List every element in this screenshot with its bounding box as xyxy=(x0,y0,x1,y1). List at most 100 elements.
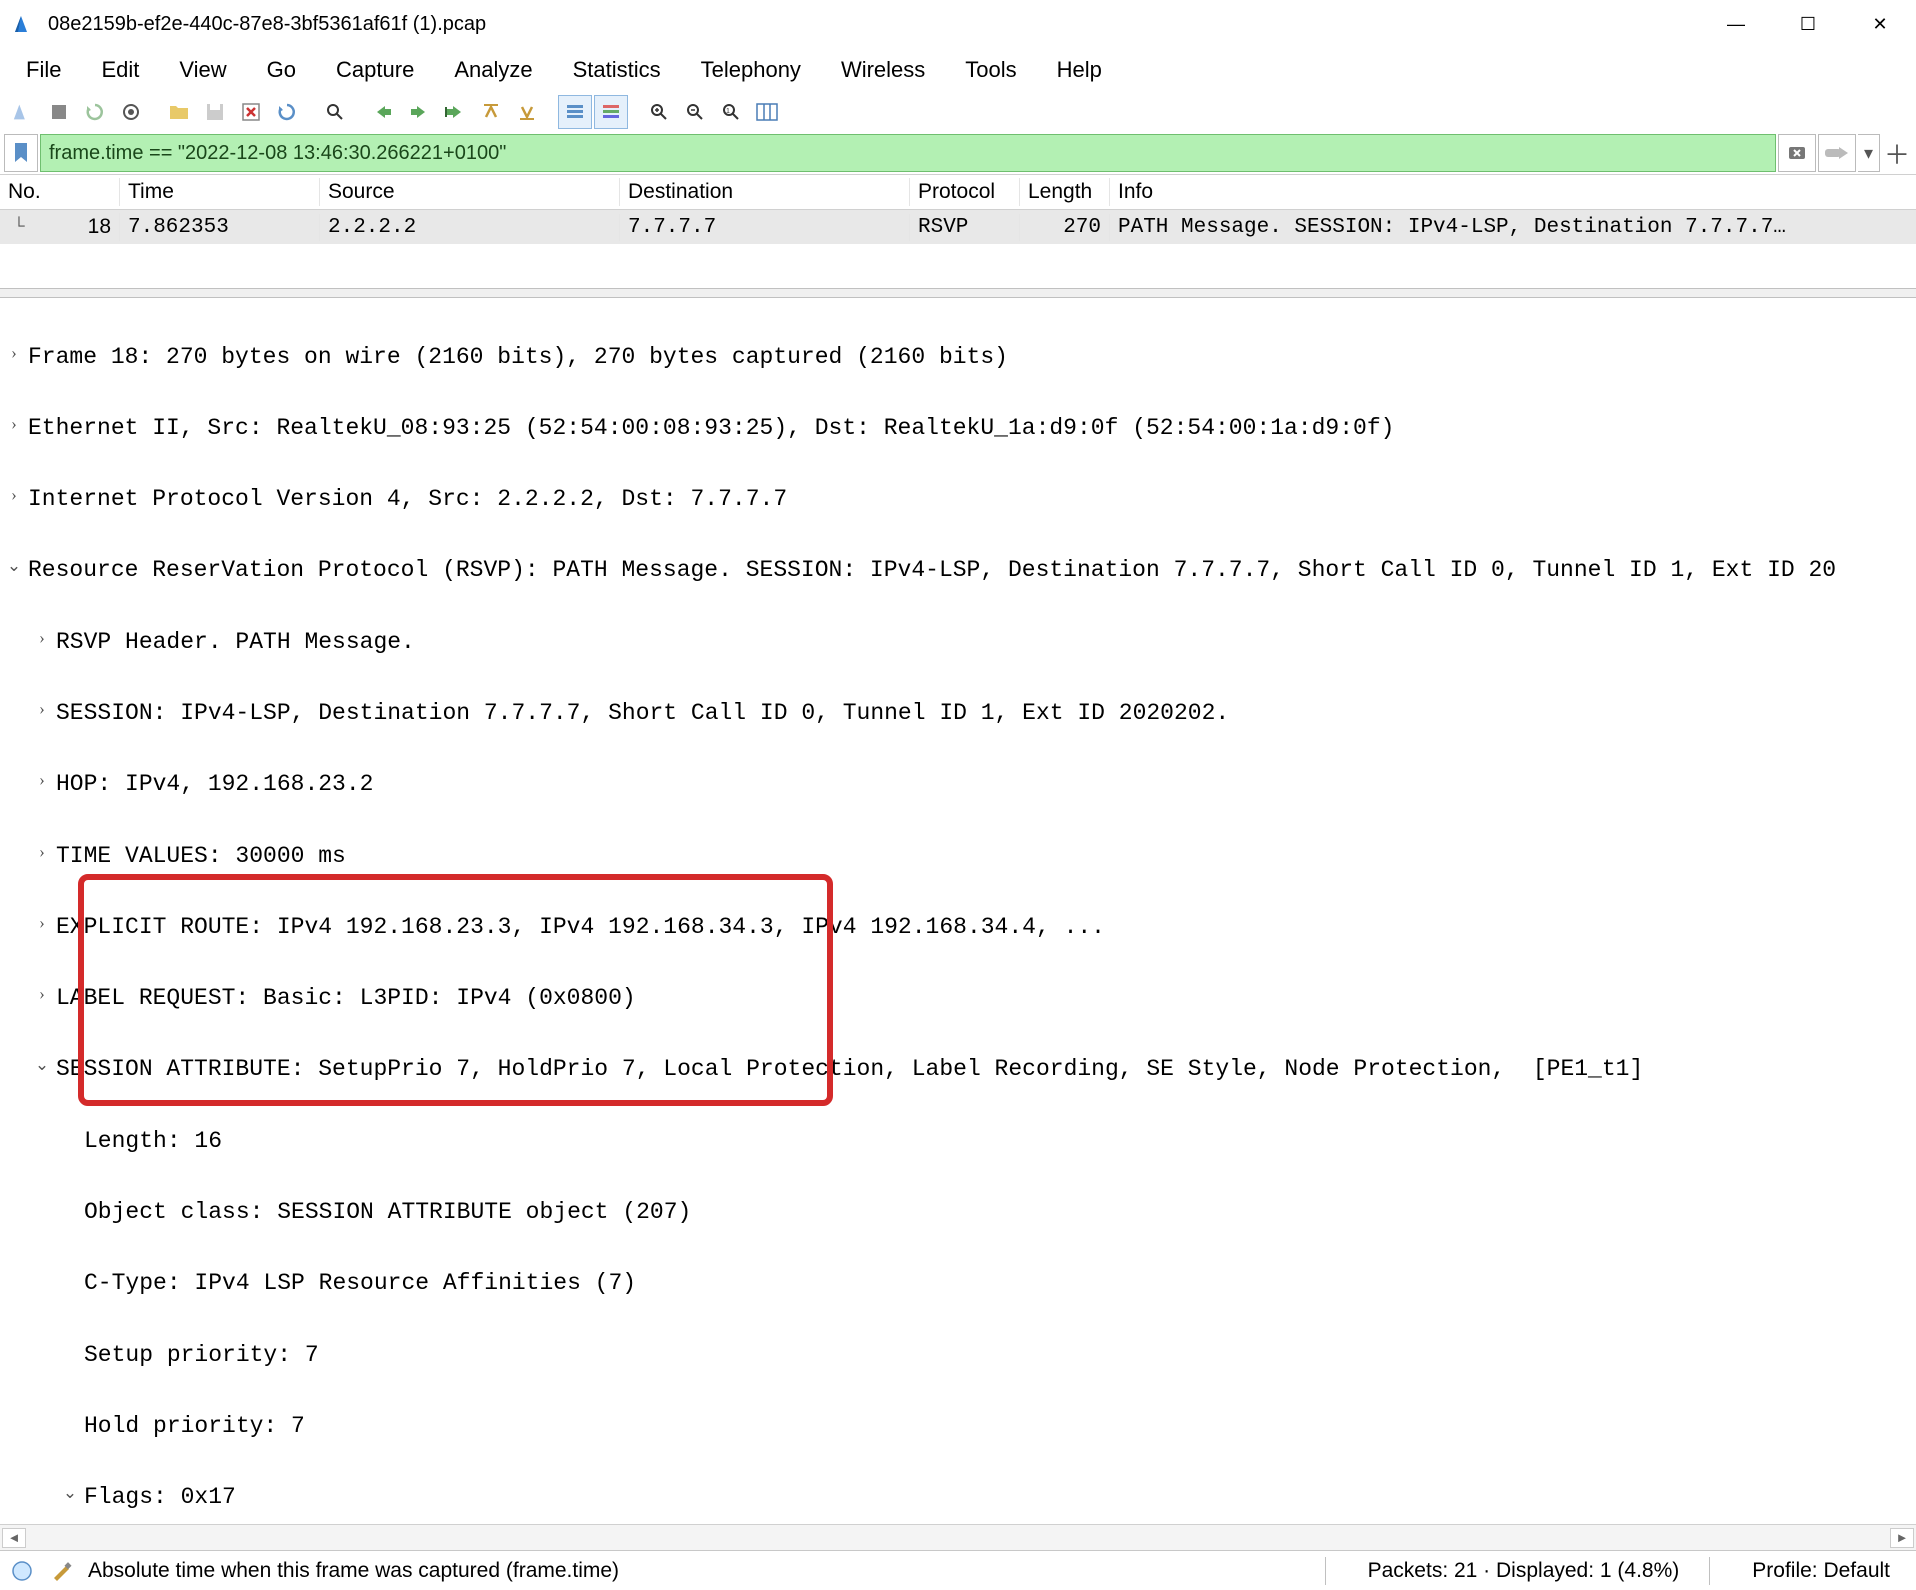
cell-no: 18 xyxy=(30,215,111,239)
cell-destination: 7.7.7.7 xyxy=(620,214,910,241)
start-capture-icon[interactable] xyxy=(6,95,40,129)
tree-ero[interactable]: EXPLICIT ROUTE: IPv4 192.168.23.3, IPv4 … xyxy=(56,910,1105,946)
scroll-right-icon[interactable]: ► xyxy=(1890,1528,1914,1548)
tree-sa-length[interactable]: Length: 16 xyxy=(84,1124,222,1160)
collapse-toggle-icon[interactable]: ⌄ xyxy=(0,553,28,579)
colorize-icon[interactable] xyxy=(594,95,628,129)
col-header-protocol[interactable]: Protocol xyxy=(910,178,1020,206)
tree-rsvp-header[interactable]: RSVP Header. PATH Message. xyxy=(56,625,415,661)
expand-toggle-icon[interactable]: › xyxy=(28,910,56,936)
status-profile[interactable]: Profile: Default xyxy=(1734,1559,1908,1583)
cell-info: PATH Message. SESSION: IPv4-LSP, Destina… xyxy=(1110,214,1916,241)
zoom-in-icon[interactable] xyxy=(642,95,676,129)
menu-analyze[interactable]: Analyze xyxy=(436,51,550,89)
edit-preferences-icon[interactable] xyxy=(48,1557,76,1585)
capture-options-icon[interactable] xyxy=(114,95,148,129)
clear-filter-icon[interactable] xyxy=(1778,134,1816,172)
menu-edit[interactable]: Edit xyxy=(83,51,157,89)
packet-marker-icon: └ xyxy=(8,218,30,236)
cell-source: 2.2.2.2 xyxy=(320,214,620,241)
expand-toggle-icon[interactable]: › xyxy=(28,767,56,793)
expand-toggle-icon[interactable]: › xyxy=(0,411,28,437)
main-toolbar: 1 xyxy=(0,92,1916,132)
col-header-source[interactable]: Source xyxy=(320,178,620,206)
maximize-button[interactable]: ☐ xyxy=(1772,0,1844,48)
col-header-time[interactable]: Time xyxy=(120,178,320,206)
expand-toggle-icon[interactable]: › xyxy=(28,625,56,651)
tree-session-attribute[interactable]: SESSION ATTRIBUTE: SetupPrio 7, HoldPrio… xyxy=(56,1052,1643,1088)
tree-session[interactable]: SESSION: IPv4-LSP, Destination 7.7.7.7, … xyxy=(56,696,1229,732)
auto-scroll-icon[interactable] xyxy=(558,95,592,129)
display-filter-bar: ▾ ＋ xyxy=(0,132,1916,174)
tree-time-values[interactable]: TIME VALUES: 30000 ms xyxy=(56,839,346,875)
collapse-toggle-icon[interactable]: ⌄ xyxy=(28,1052,56,1078)
go-forward-icon[interactable] xyxy=(402,95,436,129)
tree-sa-ctype[interactable]: C-Type: IPv4 LSP Resource Affinities (7) xyxy=(84,1266,636,1302)
tree-ethernet[interactable]: Ethernet II, Src: RealtekU_08:93:25 (52:… xyxy=(28,411,1394,447)
menu-statistics[interactable]: Statistics xyxy=(555,51,679,89)
menu-telephony[interactable]: Telephony xyxy=(683,51,819,89)
packet-details-tree[interactable]: ›Frame 18: 270 bytes on wire (2160 bits)… xyxy=(0,298,1916,1524)
close-file-icon[interactable] xyxy=(234,95,268,129)
horizontal-scrollbar[interactable]: ◄ ► xyxy=(0,1524,1916,1550)
zoom-out-icon[interactable] xyxy=(678,95,712,129)
expand-toggle-icon[interactable]: › xyxy=(28,839,56,865)
packet-list[interactable]: └18 7.862353 2.2.2.2 7.7.7.7 RSVP 270 PA… xyxy=(0,210,1916,288)
menu-wireless[interactable]: Wireless xyxy=(823,51,943,89)
stop-capture-icon[interactable] xyxy=(42,95,76,129)
packet-list-header: No. Time Source Destination Protocol Len… xyxy=(0,174,1916,210)
go-back-icon[interactable] xyxy=(366,95,400,129)
expand-toggle-icon[interactable]: › xyxy=(0,482,28,508)
tree-sa-flags[interactable]: Flags: 0x17 xyxy=(84,1480,236,1516)
col-header-no[interactable]: No. xyxy=(0,178,120,206)
tree-label-request[interactable]: LABEL REQUEST: Basic: L3PID: IPv4 (0x080… xyxy=(56,981,636,1017)
cell-time: 7.862353 xyxy=(120,214,320,241)
go-last-icon[interactable] xyxy=(510,95,544,129)
display-filter-input[interactable] xyxy=(40,134,1776,172)
save-file-icon[interactable] xyxy=(198,95,232,129)
add-filter-button-icon[interactable]: ＋ xyxy=(1882,134,1912,172)
menu-go[interactable]: Go xyxy=(249,51,314,89)
pane-splitter[interactable] xyxy=(0,288,1916,298)
menu-capture[interactable]: Capture xyxy=(318,51,432,89)
apply-filter-icon[interactable] xyxy=(1818,134,1856,172)
open-file-icon[interactable] xyxy=(162,95,196,129)
col-header-info[interactable]: Info xyxy=(1110,178,1916,206)
expand-toggle-icon[interactable]: › xyxy=(0,340,28,366)
status-packet-counts: Packets: 21 · Displayed: 1 (4.8%) xyxy=(1350,1559,1698,1583)
expert-info-icon[interactable] xyxy=(8,1557,36,1585)
tree-rsvp[interactable]: Resource ReserVation Protocol (RSVP): PA… xyxy=(28,553,1836,589)
menu-bar: File Edit View Go Capture Analyze Statis… xyxy=(0,48,1916,92)
expand-toggle-icon[interactable]: › xyxy=(28,981,56,1007)
restart-capture-icon[interactable] xyxy=(78,95,112,129)
menu-file[interactable]: File xyxy=(8,51,79,89)
go-first-icon[interactable] xyxy=(474,95,508,129)
tree-hop[interactable]: HOP: IPv4, 192.168.23.2 xyxy=(56,767,373,803)
expand-toggle-icon[interactable]: › xyxy=(28,696,56,722)
bookmark-filter-icon[interactable] xyxy=(4,134,38,172)
scroll-left-icon[interactable]: ◄ xyxy=(2,1528,26,1548)
tree-ip[interactable]: Internet Protocol Version 4, Src: 2.2.2.… xyxy=(28,482,787,518)
tree-sa-class[interactable]: Object class: SESSION ATTRIBUTE object (… xyxy=(84,1195,691,1231)
status-bar: Absolute time when this frame was captur… xyxy=(0,1550,1916,1590)
tree-frame[interactable]: Frame 18: 270 bytes on wire (2160 bits),… xyxy=(28,340,1008,376)
window-title: 08e2159b-ef2e-440c-87e8-3bf5361af61f (1)… xyxy=(48,13,486,36)
tree-sa-setup[interactable]: Setup priority: 7 xyxy=(84,1338,319,1374)
resize-columns-icon[interactable] xyxy=(750,95,784,129)
close-button[interactable]: ✕ xyxy=(1844,0,1916,48)
go-to-packet-icon[interactable] xyxy=(438,95,472,129)
find-packet-icon[interactable] xyxy=(318,95,352,129)
col-header-length[interactable]: Length xyxy=(1020,178,1110,206)
menu-help[interactable]: Help xyxy=(1039,51,1120,89)
tree-sa-hold[interactable]: Hold priority: 7 xyxy=(84,1409,305,1445)
packet-row[interactable]: └18 7.862353 2.2.2.2 7.7.7.7 RSVP 270 PA… xyxy=(0,210,1916,244)
recent-filters-icon[interactable]: ▾ xyxy=(1858,134,1880,172)
menu-view[interactable]: View xyxy=(161,51,244,89)
zoom-reset-icon[interactable]: 1 xyxy=(714,95,748,129)
cell-protocol: RSVP xyxy=(910,214,1020,241)
collapse-toggle-icon[interactable]: ⌄ xyxy=(56,1480,84,1506)
menu-tools[interactable]: Tools xyxy=(947,51,1034,89)
minimize-button[interactable]: — xyxy=(1700,0,1772,48)
reload-file-icon[interactable] xyxy=(270,95,304,129)
col-header-destination[interactable]: Destination xyxy=(620,178,910,206)
